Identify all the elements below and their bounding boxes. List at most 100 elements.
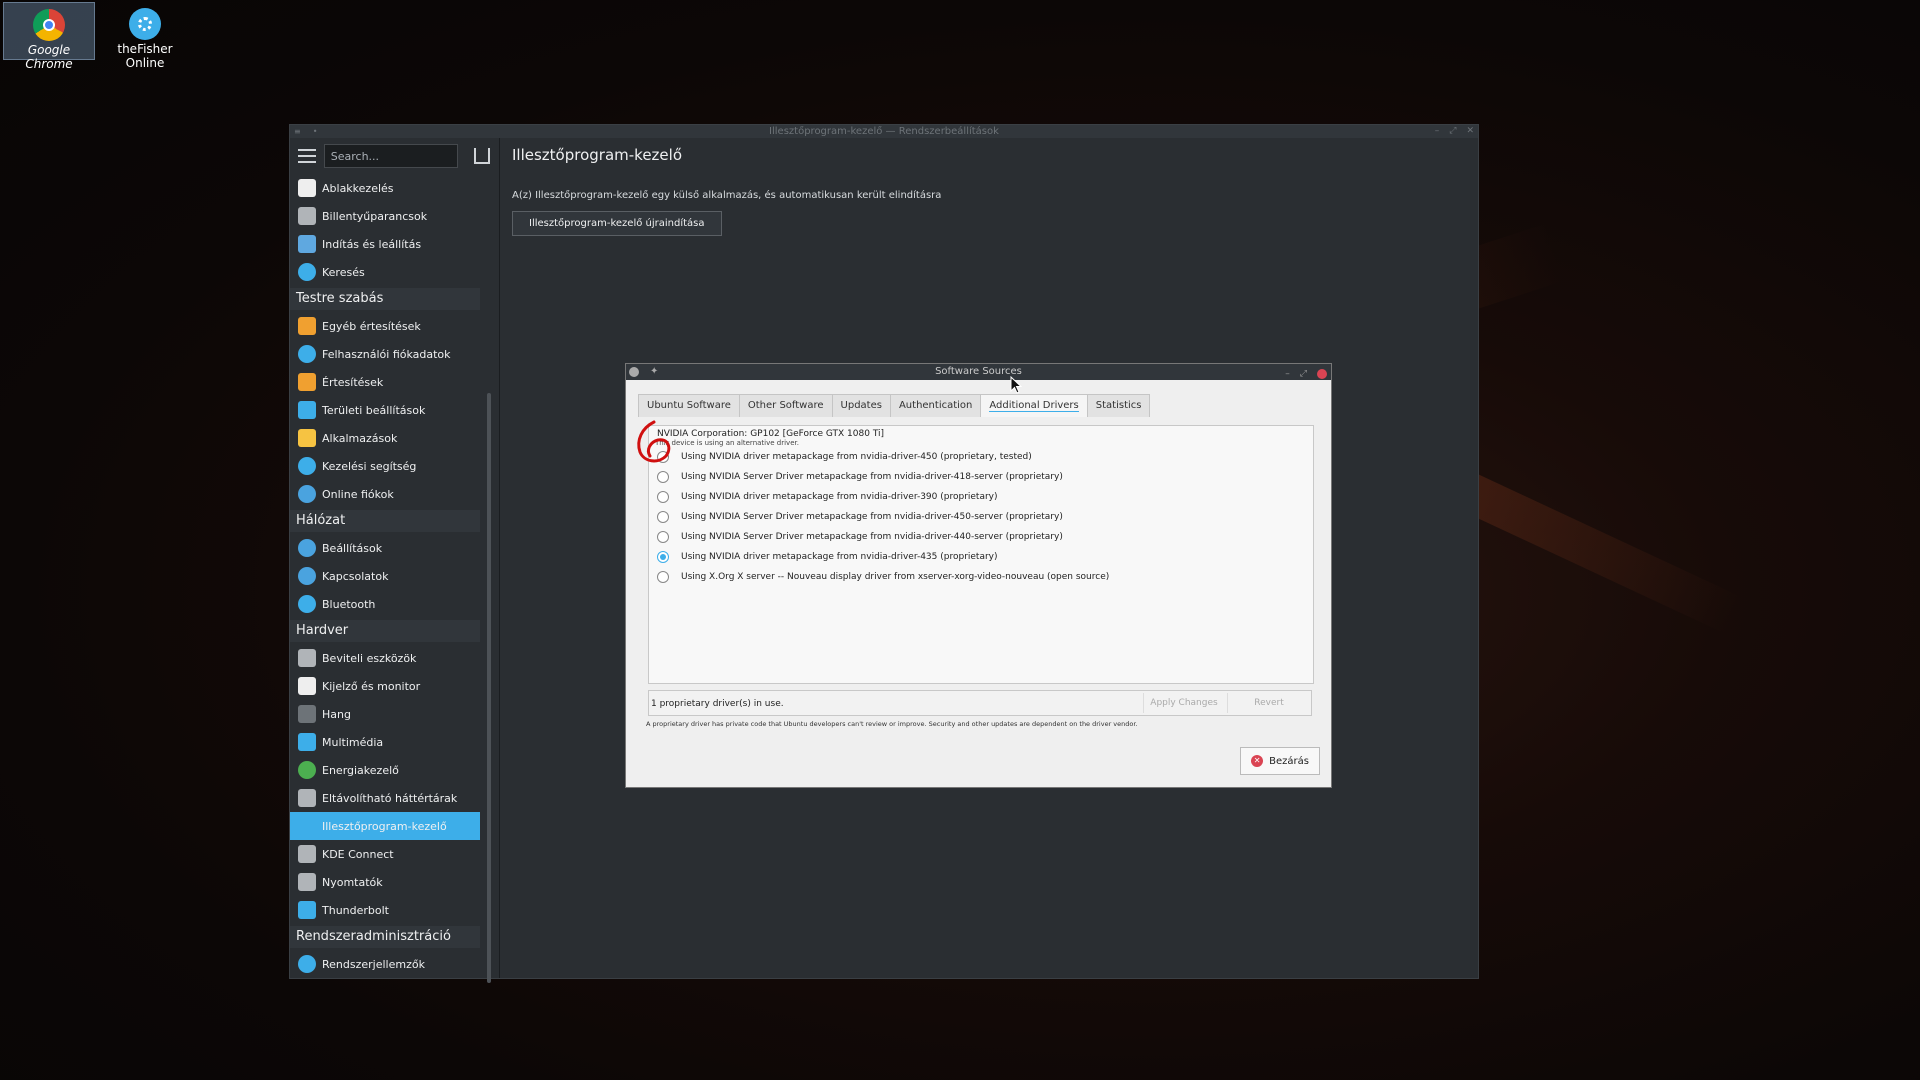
driver-option[interactable]: Using X.Org X server -- Nouveau display … — [657, 567, 1313, 587]
maximize-icon[interactable]: ⤢ — [1449, 125, 1456, 138]
sidebar-item[interactable]: Rendszerjellemzők — [290, 950, 480, 978]
dialog-menu-icon[interactable] — [629, 367, 639, 377]
search-input[interactable]: Search... — [323, 144, 459, 168]
hamburger-menu-icon[interactable] — [298, 149, 316, 163]
sidebar-item-label: Beviteli eszközök — [322, 651, 417, 665]
minimize-icon[interactable]: – — [1435, 125, 1440, 138]
sidebar-scrollbar[interactable] — [487, 393, 491, 983]
tab-updates[interactable]: Updates — [831, 394, 891, 417]
sidebar-category: Rendszeradminisztráció — [290, 926, 480, 948]
sidebar-item[interactable]: Nyomtatók — [290, 868, 480, 896]
sidebar-item-label: Nyomtatók — [322, 875, 383, 889]
close-button[interactable]: ✕ Bezárás — [1240, 747, 1320, 775]
tab-other-software[interactable]: Other Software — [738, 394, 833, 417]
driver-option[interactable]: Using NVIDIA Server Driver metapackage f… — [657, 507, 1313, 527]
radio-button[interactable] — [657, 491, 669, 503]
drivers-panel: NVIDIA Corporation: GP102 [GeForce GTX 1… — [648, 425, 1314, 684]
dialog-title: Software Sources — [935, 366, 1022, 377]
sidebar-item[interactable]: Energiakezelő — [290, 756, 480, 784]
accessibility-icon — [298, 457, 316, 475]
desktop-icon-thefisher[interactable]: theFisher Online — [100, 2, 190, 70]
driver-option[interactable]: Using NVIDIA driver metapackage from nvi… — [657, 487, 1313, 507]
sidebar-item[interactable]: Indítás és leállítás — [290, 230, 480, 258]
radio-button[interactable] — [657, 511, 669, 523]
restart-button[interactable]: Illesztőprogram-kezelő újraindítása — [512, 211, 722, 236]
sidebar-item[interactable]: Keresés — [290, 258, 480, 286]
sidebar-item-label: Alkalmazások — [322, 431, 398, 445]
sidebar-item[interactable]: Bluetooth — [290, 590, 480, 618]
driver-option[interactable]: Using NVIDIA driver metapackage from nvi… — [657, 547, 1313, 567]
tab-label: Additional Drivers — [989, 400, 1079, 412]
sidebar-item[interactable]: Billentyűparancsok — [290, 202, 480, 230]
thunderbolt-icon — [298, 901, 316, 919]
close-icon[interactable] — [1317, 369, 1327, 379]
sidebar: Search... Ablakkezelés Billentyűparancsok… — [290, 138, 491, 983]
sidebar-item[interactable]: Kezelési segítség — [290, 452, 480, 480]
pin-icon[interactable]: ✦ — [650, 364, 658, 380]
sidebar-category: Testre szabás — [290, 288, 480, 310]
sidebar-item[interactable]: Felhasználói fiókadatok — [290, 340, 480, 368]
sidebar-item[interactable]: Értesítések — [290, 368, 480, 396]
speaker-icon — [298, 705, 316, 723]
tab-authentication[interactable]: Authentication — [889, 394, 982, 417]
sidebar-item[interactable]: Beviteli eszközök — [290, 644, 480, 672]
pin-icon[interactable]: • — [313, 125, 318, 138]
globe-icon — [298, 539, 316, 557]
revert-button[interactable]: Revert — [1227, 693, 1310, 713]
driver-option[interactable]: Using NVIDIA Server Driver metapackage f… — [657, 527, 1313, 547]
sidebar-item[interactable]: Illesztőprogram-kezelő — [290, 812, 480, 840]
sidebar-item[interactable]: Online fiókok — [290, 480, 480, 508]
sidebar-item[interactable]: Multimédia — [290, 728, 480, 756]
printer-icon — [298, 873, 316, 891]
globe-icon — [298, 567, 316, 585]
sidebar-item-label: Beállítások — [322, 541, 383, 555]
minimize-icon[interactable]: – — [1285, 366, 1290, 382]
window-titlebar[interactable]: ≡ • Illesztőprogram-kezelő — Rendszerbeál… — [290, 125, 1478, 138]
tab-label: Other Software — [747, 400, 824, 411]
radio-button[interactable] — [657, 551, 669, 563]
sidebar-item[interactable]: Kapcsolatok — [290, 562, 480, 590]
sidebar-item-label: Keresés — [322, 265, 365, 279]
apply-changes-button[interactable]: Apply Changes — [1143, 693, 1224, 713]
window-menu-icon[interactable]: ≡ — [294, 125, 301, 138]
tab-additional-drivers[interactable]: Additional Drivers — [980, 394, 1088, 417]
desktop-icon-label: Google Chrome — [25, 43, 73, 71]
driver-option[interactable]: Using NVIDIA Server Driver metapackage f… — [657, 467, 1313, 487]
home-icon[interactable] — [474, 148, 490, 164]
driver-option-label: Using NVIDIA driver metapackage from nvi… — [681, 492, 998, 502]
sidebar-item-label: Eltávolítható háttértárak — [322, 791, 458, 805]
tab-ubuntu-software[interactable]: Ubuntu Software — [638, 394, 740, 417]
sidebar-item-label: Egyéb értesítések — [322, 319, 421, 333]
monitor-icon — [298, 235, 316, 253]
radio-button[interactable] — [657, 571, 669, 583]
tab-label: Updates — [840, 400, 882, 411]
status-bar: 1 proprietary driver(s) in use. Apply Ch… — [648, 690, 1312, 716]
sidebar-item[interactable]: Thunderbolt — [290, 896, 480, 924]
bluetooth-icon — [298, 595, 316, 613]
sidebar-item[interactable]: Hang — [290, 700, 480, 728]
desktop-icon-chrome[interactable]: Google Chrome — [3, 2, 95, 71]
sidebar-item-label: Ablakkezelés — [322, 181, 394, 195]
sidebar-item[interactable]: Eltávolítható háttértárak — [290, 784, 480, 812]
sidebar-item[interactable]: Ablakkezelés — [290, 174, 480, 202]
dialog-titlebar[interactable]: ✦ Software Sources – ⤢ — [626, 364, 1331, 380]
radio-button[interactable] — [657, 471, 669, 483]
driver-options: Using NVIDIA driver metapackage from nvi… — [649, 447, 1313, 587]
close-icon[interactable]: ✕ — [1466, 125, 1474, 138]
tab-statistics[interactable]: Statistics — [1086, 394, 1151, 417]
sidebar-item[interactable]: Területi beállítások — [290, 396, 480, 424]
sidebar-item[interactable]: Beállítások — [290, 534, 480, 562]
driver-icon — [298, 817, 316, 835]
globe-icon — [298, 485, 316, 503]
maximize-icon[interactable]: ⤢ — [1300, 366, 1307, 382]
status-text: 1 proprietary driver(s) in use. — [651, 699, 784, 709]
sidebar-item[interactable]: Kijelző és monitor — [290, 672, 480, 700]
sidebar-item[interactable]: Egyéb értesítések — [290, 312, 480, 340]
bell-icon — [298, 373, 316, 391]
sidebar-item[interactable]: Alkalmazások — [290, 424, 480, 452]
proprietary-note: A proprietary driver has private code th… — [646, 720, 1138, 728]
driver-option[interactable]: Using NVIDIA driver metapackage from nvi… — [657, 447, 1313, 467]
sidebar-item[interactable]: KDE Connect — [290, 840, 480, 868]
radio-button[interactable] — [657, 531, 669, 543]
sidebar-item-label: KDE Connect — [322, 847, 394, 861]
